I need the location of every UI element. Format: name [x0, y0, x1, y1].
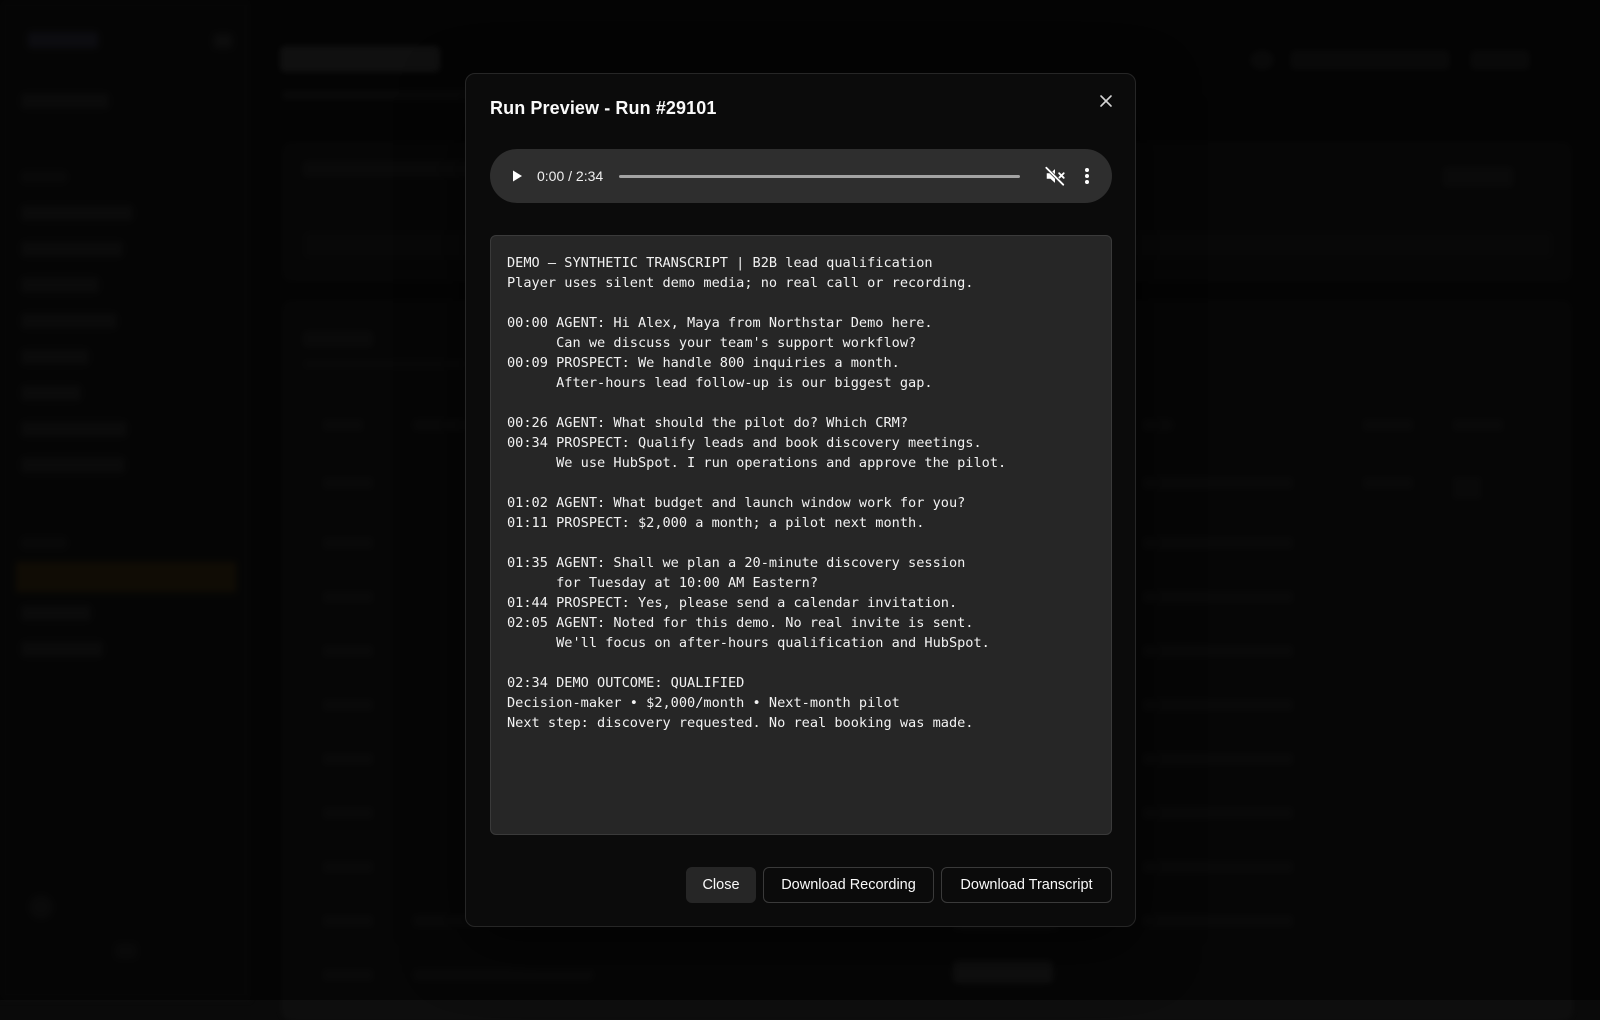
run-preview-dialog: Run Preview - Run #29101 0:00 / 2:34: [465, 73, 1136, 927]
play-icon: [510, 169, 524, 183]
audio-player: 0:00 / 2:34: [490, 149, 1112, 203]
mute-button[interactable]: [1043, 164, 1067, 188]
more-options-button[interactable]: [1075, 164, 1099, 188]
audio-time-display: 0:00 / 2:34: [537, 168, 603, 184]
transcript-box[interactable]: DEMO — SYNTHETIC TRANSCRIPT | B2B lead q…: [490, 235, 1112, 835]
play-button[interactable]: [506, 165, 528, 187]
close-icon: [1099, 94, 1113, 108]
download-recording-button[interactable]: Download Recording: [763, 867, 934, 903]
transcript-text: DEMO — SYNTHETIC TRANSCRIPT | B2B lead q…: [507, 253, 1095, 733]
more-vertical-icon: [1077, 166, 1097, 186]
volume-muted-icon: [1044, 165, 1066, 187]
audio-seek-slider[interactable]: [619, 175, 1020, 178]
close-dialog-button[interactable]: [1093, 88, 1119, 114]
dialog-title: Run Preview - Run #29101: [490, 98, 717, 119]
close-button[interactable]: Close: [686, 867, 756, 903]
download-transcript-button[interactable]: Download Transcript: [941, 867, 1112, 903]
